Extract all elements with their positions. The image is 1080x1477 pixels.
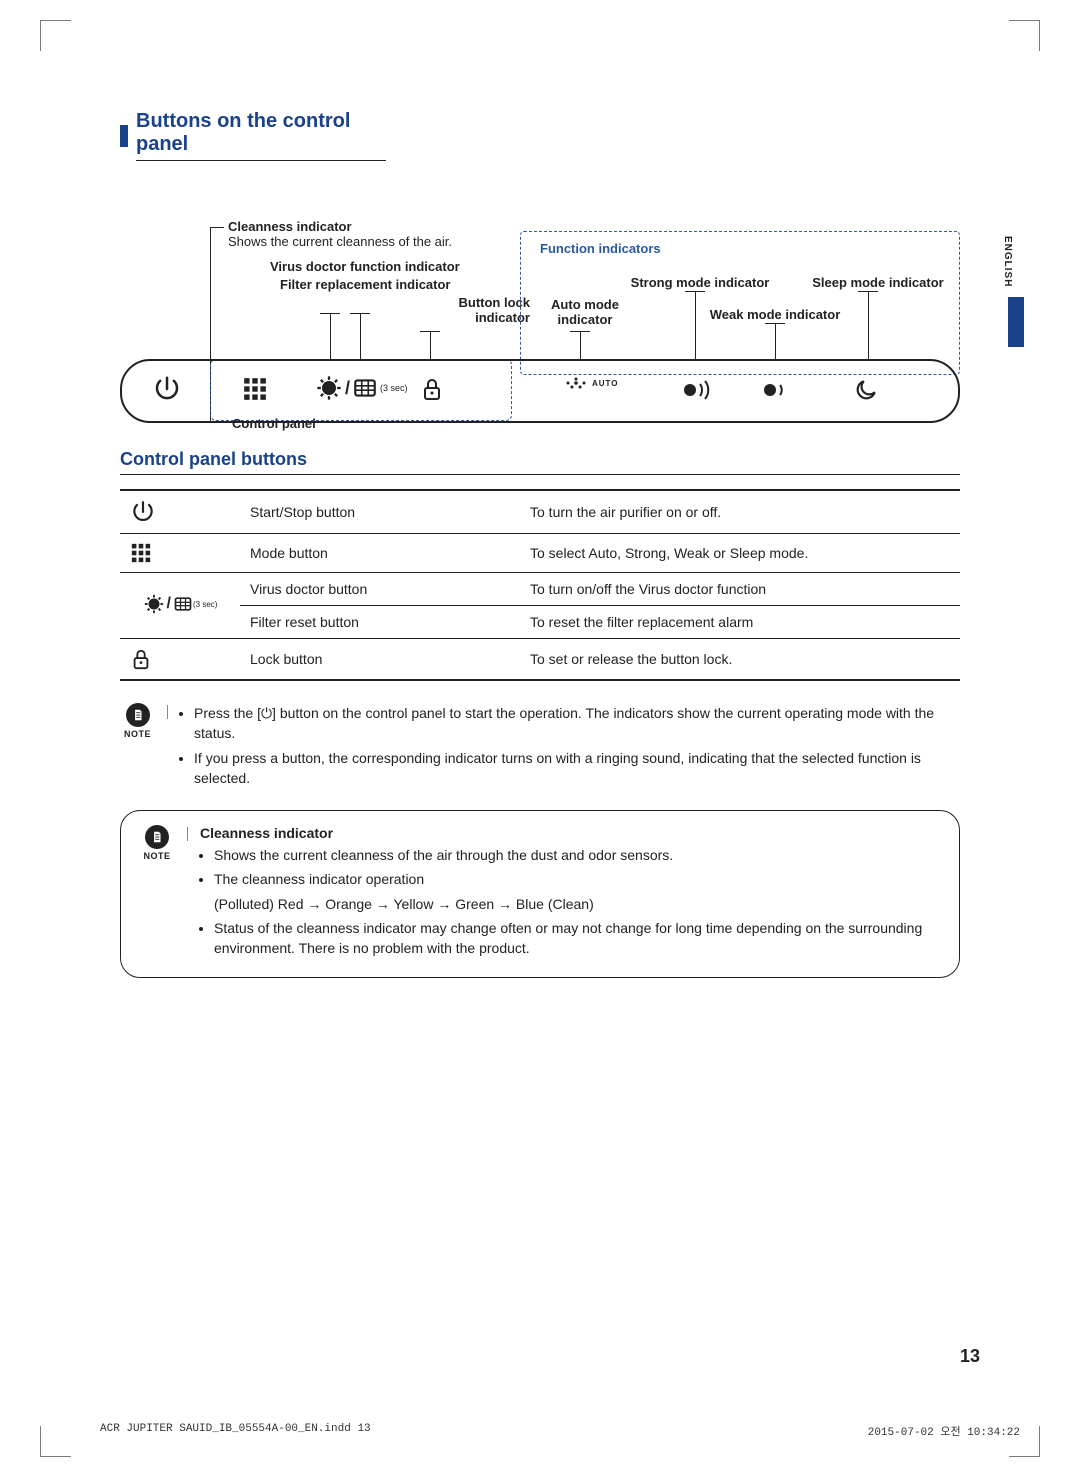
power-icon-cell	[120, 490, 240, 534]
button-desc: To turn the air purifier on or off.	[520, 490, 960, 534]
tab-accent	[1008, 297, 1024, 347]
virus-filter-icon-cell: / (3 sec)	[120, 573, 240, 639]
page-number: 13	[960, 1346, 980, 1367]
table-row: Start/Stop button To turn the air purifi…	[120, 490, 960, 534]
note-item: Status of the cleanness indicator may ch…	[214, 918, 941, 959]
table-row: Mode button To select Auto, Strong, Weak…	[120, 534, 960, 573]
print-footer: ACR JUPITER SAUID_IB_05554A-00_EN.indd 1…	[100, 1423, 1020, 1439]
auto-text: AUTO	[592, 379, 619, 388]
section-heading: Buttons on the control panel	[120, 110, 990, 161]
mode-icon	[242, 376, 268, 402]
note-icon-col: NOTE	[139, 825, 175, 861]
virus-filter-icon: / (3 sec)	[315, 374, 408, 402]
note-item: The cleanness indicator operation (Pollu…	[214, 869, 941, 914]
filter-indicator-label: Filter replacement indicator	[280, 277, 451, 292]
virus-doctor-indicator-label: Virus doctor function indicator	[270, 259, 460, 274]
button-name: Start/Stop button	[240, 490, 520, 534]
buttons-table: Start/Stop button To turn the air purifi…	[120, 489, 960, 681]
table-row: Filter reset button To reset the filter …	[120, 606, 960, 639]
weak-mode-label: Weak mode indicator	[710, 307, 841, 322]
auto-mode-label-2: indicator	[558, 312, 613, 327]
button-desc: To reset the filter replacement alarm	[520, 606, 960, 639]
button-desc: To turn on/off the Virus doctor function	[520, 573, 960, 606]
heading-accent	[120, 125, 128, 147]
weak-icon	[760, 377, 790, 403]
button-name: Lock button	[240, 639, 520, 681]
strong-icon	[680, 377, 714, 403]
lock-icon	[420, 376, 444, 402]
cleanness-note-title: Cleanness indicator	[200, 825, 941, 841]
lock-icon-cell	[120, 639, 240, 681]
language-tab: ENGLISH	[1002, 230, 1030, 410]
note-list: Shows the current cleanness of the air t…	[200, 845, 941, 958]
note-label: NOTE	[139, 851, 175, 861]
control-panel-diagram: Cleanness indicator Shows the current cl…	[120, 179, 990, 439]
note-box-1: NOTE Press the [⏻] button on the control…	[120, 703, 960, 792]
sleep-mode-label: Sleep mode indicator	[812, 275, 943, 290]
control-panel-buttons-heading: Control panel buttons	[120, 449, 960, 475]
language-label: ENGLISH	[1002, 230, 1013, 293]
note-item: Shows the current cleanness of the air t…	[214, 845, 941, 865]
note-icon	[145, 825, 169, 849]
sleep-icon	[852, 377, 880, 403]
three-sec-small: (3 sec)	[193, 600, 217, 609]
note-item-text: The cleanness indicator operation	[214, 871, 424, 887]
button-name: Mode button	[240, 534, 520, 573]
note-item: If you press a button, the corresponding…	[194, 748, 960, 789]
table-row: Lock button To set or release the button…	[120, 639, 960, 681]
note-box-2: NOTE Cleanness indicator Shows the curre…	[120, 810, 960, 977]
footer-file: ACR JUPITER SAUID_IB_05554A-00_EN.indd 1…	[100, 1423, 371, 1439]
strong-mode-label: Strong mode indicator	[631, 275, 770, 290]
note-list: Press the [⏻] button on the control pane…	[180, 703, 960, 792]
button-name: Virus doctor button	[240, 573, 520, 606]
footer-date: 2015-07-02 오전 10:34:22	[868, 1423, 1020, 1439]
button-desc: To set or release the button lock.	[520, 639, 960, 681]
section-title: Buttons on the control panel	[136, 110, 386, 161]
button-name: Filter reset button	[240, 606, 520, 639]
power-icon	[152, 374, 182, 404]
mode-icon-cell	[120, 534, 240, 573]
cleanness-indicator-label: Cleanness indicator	[228, 219, 352, 234]
three-sec-label: (3 sec)	[380, 383, 408, 393]
cleanness-indicator-desc: Shows the current cleanness of the air.	[228, 234, 452, 249]
note-item: Press the [⏻] button on the control pane…	[194, 703, 960, 744]
note-label: NOTE	[120, 729, 155, 739]
auto-icon: AUTO	[560, 373, 619, 393]
color-sequence: (Polluted) Red → Orange → Yellow → Green…	[214, 894, 941, 914]
note-icon	[126, 703, 150, 727]
table-row: / (3 sec) Virus doctor button To turn on…	[120, 573, 960, 606]
button-desc: To select Auto, Strong, Weak or Sleep mo…	[520, 534, 960, 573]
note-icon-col: NOTE	[120, 703, 155, 739]
auto-mode-label-1: Auto mode	[551, 297, 619, 312]
function-indicators-title: Function indicators	[540, 241, 661, 256]
slash-separator: /	[345, 378, 350, 399]
